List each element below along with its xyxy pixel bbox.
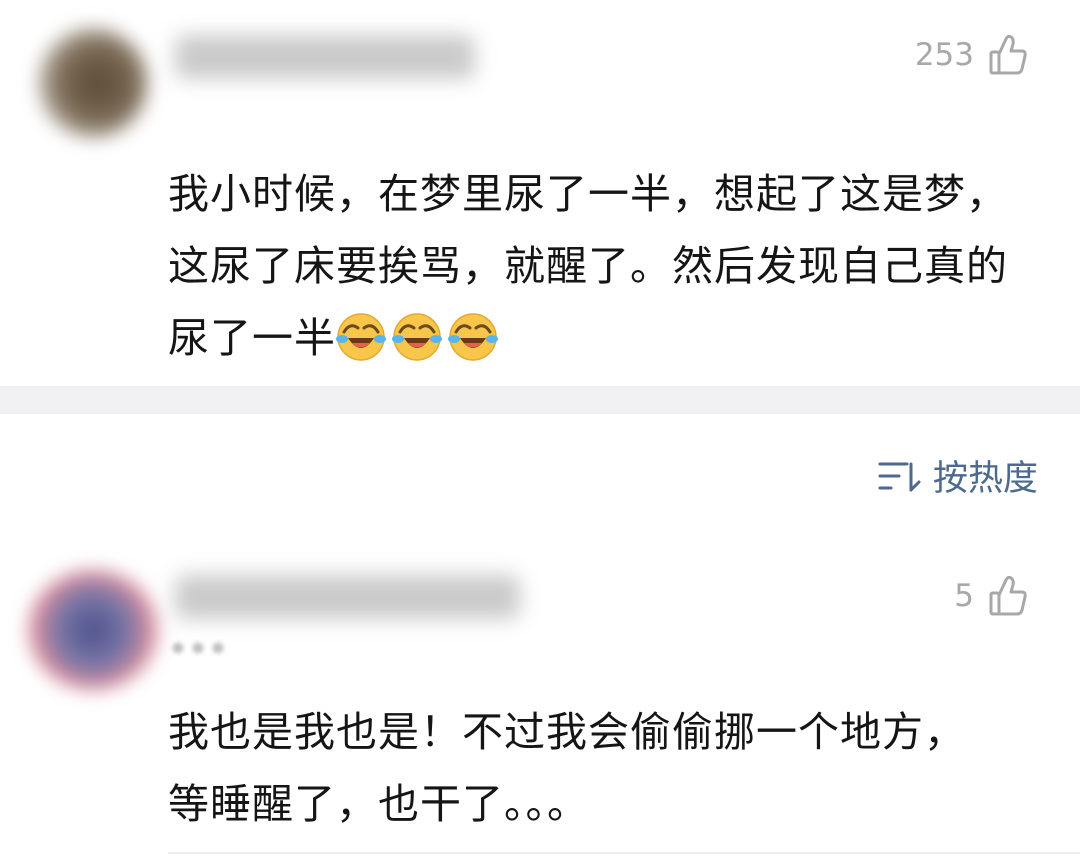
crying-laughing-emoji — [392, 312, 442, 362]
divider — [168, 852, 1080, 854]
crying-laughing-emoji — [336, 312, 386, 362]
comment-text: 我也是我也是！不过我会偷偷挪一个地方，等睡醒了，也干了。。。 — [168, 696, 988, 840]
sort-icon — [877, 458, 933, 494]
like-count: 5 — [954, 578, 974, 614]
like-button[interactable]: 253 — [915, 34, 1028, 76]
thumbs-up-icon — [988, 575, 1028, 617]
username-blurred[interactable] — [175, 35, 475, 79]
user-badge-blurred — [168, 640, 228, 656]
like-button[interactable]: 5 — [954, 575, 1028, 617]
username-blurred[interactable] — [175, 575, 520, 619]
like-count: 253 — [914, 37, 974, 73]
avatar[interactable] — [28, 570, 158, 690]
thumbs-up-icon — [988, 34, 1028, 76]
comment-body: 我小时候，在梦里尿了一半，想起了这是梦，这尿了床要挨骂，就醒了。然后发现自己真的… — [168, 170, 1008, 362]
sort-by-hot-button[interactable]: 按热度 — [877, 450, 1038, 501]
section-divider — [0, 386, 1080, 414]
comment-body: 我也是我也是！不过我会偷偷挪一个地方，等睡醒了，也干了。。。 — [168, 708, 966, 828]
avatar[interactable] — [38, 28, 148, 138]
crying-laughing-emoji — [448, 312, 498, 362]
sort-label: 按热度 — [932, 459, 1038, 499]
comment-text: 我小时候，在梦里尿了一半，想起了这是梦，这尿了床要挨骂，就醒了。然后发现自己真的… — [168, 158, 1018, 374]
